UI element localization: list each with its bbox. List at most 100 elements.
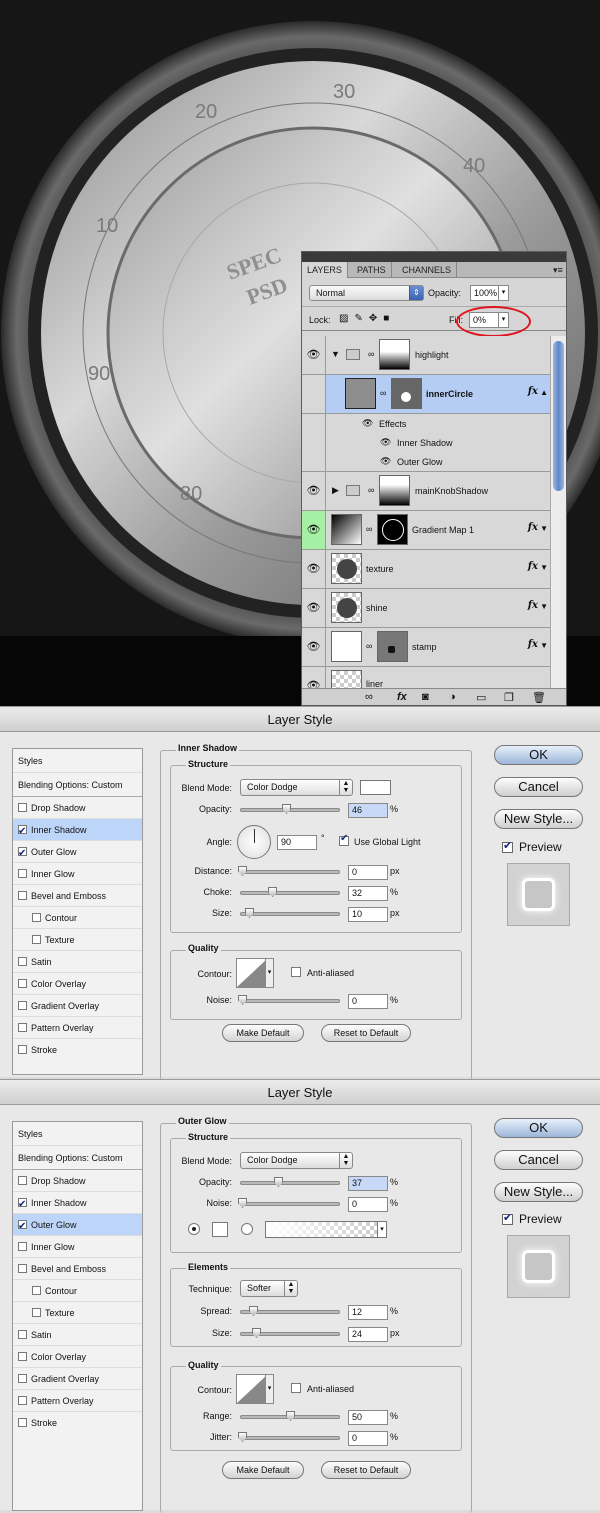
make-default-button[interactable]: Make Default [222, 1024, 304, 1042]
choke-input[interactable]: 32 [348, 886, 388, 901]
layer-row-gradient-map[interactable]: 👁 ∞ Gradient Map 1 fx ▼ [302, 511, 550, 550]
tab-paths[interactable]: PATHS [352, 262, 392, 278]
tab-channels[interactable]: CHANNELS [397, 262, 458, 278]
checkbox[interactable] [32, 913, 41, 922]
reset-to-default-button[interactable]: Reset to Default [321, 1024, 411, 1042]
opacity-input[interactable]: 37 [348, 1176, 388, 1191]
choke-slider[interactable] [240, 887, 340, 897]
jitter-slider[interactable] [238, 1432, 340, 1442]
expand-arrow-icon[interactable]: ▼ [540, 602, 548, 611]
eye-icon[interactable]: 👁 [362, 418, 373, 429]
noise-input[interactable]: 0 [348, 1197, 388, 1212]
blend-mode-select[interactable]: Color Dodge ▲ ▼ [240, 1152, 353, 1169]
style-item-stroke[interactable]: Stroke [13, 1039, 142, 1074]
technique-select[interactable]: Softer ▲ ▼ [240, 1280, 298, 1297]
eye-icon[interactable]: 👁 [302, 472, 326, 510]
eye-icon[interactable]: 👁 [302, 336, 326, 374]
shadow-color-swatch[interactable] [360, 780, 391, 795]
chevron-down-icon[interactable]: ▾ [377, 1221, 387, 1238]
range-slider[interactable] [240, 1411, 340, 1421]
eye-icon[interactable]: 👁 [302, 550, 326, 588]
checkbox[interactable] [18, 1001, 27, 1010]
style-item-inner-glow[interactable]: Inner Glow [13, 863, 142, 885]
checkbox[interactable] [18, 1242, 27, 1251]
checkbox[interactable] [18, 1396, 27, 1405]
glow-color-swatch[interactable] [212, 1222, 228, 1237]
panel-menu-icon[interactable]: ▾≡ [548, 262, 566, 278]
anti-aliased-checkbox[interactable] [291, 967, 301, 977]
style-item-inner-glow[interactable]: Inner Glow [13, 1236, 142, 1258]
reset-to-default-button[interactable]: Reset to Default [321, 1461, 411, 1479]
add-mask-icon[interactable]: ◙ [422, 691, 429, 703]
chevron-down-icon[interactable]: ▾ [498, 285, 509, 301]
style-item-outer-glow[interactable]: Outer Glow [13, 841, 142, 865]
layer-row-innercircle[interactable]: ∞ innerCircle fx ▲ [302, 375, 550, 414]
checkbox[interactable] [18, 1194, 27, 1216]
styles-header[interactable]: Styles [13, 1122, 142, 1146]
style-item-pattern-overlay[interactable]: Pattern Overlay [13, 1390, 142, 1412]
size-slider[interactable] [240, 908, 340, 918]
ok-button[interactable]: OK [494, 745, 583, 765]
checkbox[interactable] [18, 1374, 27, 1383]
contour-picker[interactable]: ▾ [236, 1374, 274, 1404]
blend-mode-select[interactable]: Color Dodge ▲ ▼ [240, 779, 353, 796]
style-item-stroke[interactable]: Stroke [13, 1412, 142, 1434]
preview-checkbox[interactable] [502, 1211, 513, 1225]
eye-icon[interactable]: 👁 [380, 437, 391, 448]
style-item-satin[interactable]: Satin [13, 1324, 142, 1346]
fx-icon[interactable]: fx [528, 600, 538, 611]
effects-row[interactable]: 👁 Effects [302, 414, 550, 433]
layer-row-mainknobshadow[interactable]: 👁 ▶ ∞ mainKnobShadow [302, 472, 550, 511]
layer-row-highlight[interactable]: 👁 ▼ ∞ highlight [302, 336, 550, 375]
panel-titlebar[interactable] [302, 252, 566, 262]
style-item-gradient-overlay[interactable]: Gradient Overlay [13, 1368, 142, 1390]
collapse-arrow-icon[interactable]: ▲ [540, 388, 548, 397]
eye-icon[interactable]: 👁 [380, 456, 391, 467]
blending-options-item[interactable]: Blending Options: Custom [13, 773, 142, 797]
checkbox[interactable] [18, 803, 27, 812]
size-input[interactable]: 24 [348, 1327, 388, 1342]
style-item-bevel-emboss[interactable]: Bevel and Emboss [13, 1258, 142, 1280]
scrollbar-thumb[interactable] [553, 341, 564, 491]
ok-button[interactable]: OK [494, 1118, 583, 1138]
checkbox[interactable] [18, 1418, 27, 1427]
checkbox[interactable] [18, 891, 27, 900]
distance-slider[interactable] [238, 866, 340, 876]
noise-slider[interactable] [238, 1198, 340, 1208]
checkbox[interactable] [18, 843, 27, 865]
noise-slider[interactable] [238, 995, 340, 1005]
cancel-button[interactable]: Cancel [494, 1150, 583, 1170]
opacity-slider[interactable] [240, 804, 340, 814]
fx-icon[interactable]: fx [528, 522, 538, 533]
style-item-drop-shadow[interactable]: Drop Shadow [13, 797, 142, 819]
layer-row-liner[interactable]: 👁 liner [302, 667, 550, 688]
expand-arrow-icon[interactable]: ▼ [540, 524, 548, 533]
style-item-inner-shadow[interactable]: Inner Shadow [13, 819, 142, 843]
expand-arrow-icon[interactable]: ▼ [540, 563, 548, 572]
link-layers-icon[interactable]: ∞ [365, 691, 373, 703]
new-group-icon[interactable]: ▭ [476, 691, 486, 704]
new-layer-icon[interactable]: ❐ [504, 691, 514, 704]
checkbox[interactable] [18, 1216, 27, 1238]
lock-icons[interactable]: ▨✎✥■ [339, 313, 395, 324]
fx-icon[interactable]: fx [528, 386, 538, 397]
new-style-button[interactable]: New Style... [494, 809, 583, 829]
layer-row-stamp[interactable]: 👁 ∞ stamp fx ▼ [302, 628, 550, 667]
style-item-outer-glow[interactable]: Outer Glow [13, 1214, 142, 1238]
jitter-input[interactable]: 0 [348, 1431, 388, 1446]
make-default-button[interactable]: Make Default [222, 1461, 304, 1479]
layer-row-shine[interactable]: 👁 shine fx ▼ [302, 589, 550, 628]
eye-icon[interactable]: 👁 [302, 667, 326, 688]
checkbox[interactable] [18, 957, 27, 966]
style-item-color-overlay[interactable]: Color Overlay [13, 973, 142, 995]
disclosure-open-icon[interactable]: ▼ [331, 349, 340, 359]
style-item-texture[interactable]: Texture [13, 1302, 142, 1324]
opacity-slider[interactable] [240, 1177, 340, 1187]
gradient-radio[interactable] [241, 1223, 253, 1235]
checkbox[interactable] [32, 1308, 41, 1317]
size-input[interactable]: 10 [348, 907, 388, 922]
style-item-gradient-overlay[interactable]: Gradient Overlay [13, 995, 142, 1017]
spread-slider[interactable] [240, 1306, 340, 1316]
style-item-pattern-overlay[interactable]: Pattern Overlay [13, 1017, 142, 1039]
style-item-contour[interactable]: Contour [13, 1280, 142, 1302]
